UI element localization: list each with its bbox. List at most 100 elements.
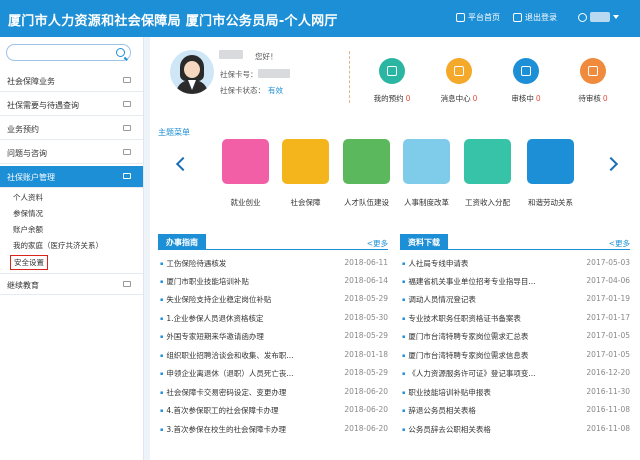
stat-pending-review[interactable]: 待审核 0: [566, 58, 620, 104]
list-item[interactable]: 厦门市台湾特聘专家岗位需求信息表 2017-01-05: [402, 350, 630, 362]
card-status-value: 有效: [268, 86, 283, 95]
item-title: 厦门市台湾特聘专家岗位需求汇总表: [402, 331, 572, 342]
item-title: 1.企业参保人员退休资格核定: [160, 313, 330, 324]
home-label: 平台首页: [468, 13, 500, 22]
greeting-text: 您好！: [255, 52, 278, 61]
item-date: 2016-11-30: [586, 387, 630, 396]
item-title: 调动人员情况登记表: [402, 294, 572, 305]
header-bar: 厦门市人力资源和社会保障局 厦门市公务员局-个人网厅 平台首页 退出登录: [0, 0, 640, 37]
divider: [349, 51, 350, 103]
list-item[interactable]: 4.首次参保职工的社会保障卡办理 2018-06-20: [160, 405, 388, 417]
mail-icon: [446, 58, 472, 84]
subitem-account-balance[interactable]: 账户余额: [13, 224, 43, 235]
sidebar-item-benefits-query[interactable]: 社保需要与待遇查询: [0, 94, 143, 116]
item-title: 公务员辞去公职相关表格: [402, 424, 572, 435]
folder-icon: [123, 77, 131, 83]
item-title: 辞退公务员相关表格: [402, 405, 572, 416]
sidebar-item-social-security[interactable]: 社会保障业务: [0, 70, 143, 92]
item-title: 外国专家短期来华邀请函办理: [160, 331, 330, 342]
sidebar-item-questions[interactable]: 问题与咨询: [0, 142, 143, 164]
item-title: 4.首次参保职工的社会保障卡办理: [160, 405, 330, 416]
list-item[interactable]: 厦门市台湾特聘专家岗位需求汇总表 2017-01-05: [402, 331, 630, 343]
chevron-left-icon[interactable]: [175, 156, 191, 172]
subitem-insurance-status[interactable]: 参保情况: [13, 208, 43, 219]
item-date: 2016-11-08: [586, 424, 630, 433]
list-item[interactable]: 组织职业招聘洽谈会和收集、发布职... 2018-01-18: [160, 350, 388, 362]
list-item[interactable]: 1.企业参保人员退休资格核定 2018-05-30: [160, 313, 388, 325]
theme-personnel-reform[interactable]: 人事制度改革: [403, 139, 450, 208]
item-date: 2017-01-17: [586, 313, 630, 322]
list-item[interactable]: 公务员辞去公职相关表格 2016-11-08: [402, 424, 630, 436]
list-item[interactable]: 专业技术职务任职资格证书备案表 2017-01-17: [402, 313, 630, 325]
list-item[interactable]: 申领企业离退休（退职）人员死亡丧... 2018-05-29: [160, 368, 388, 380]
username-redacted: [590, 12, 610, 22]
home-link[interactable]: 平台首页: [456, 12, 500, 23]
list-item[interactable]: 厦门市职业技能培训补贴 2018-06-14: [160, 276, 388, 288]
downloads-title: 资料下载: [400, 234, 448, 250]
stat-count: 0: [405, 94, 411, 103]
theme-talent[interactable]: 人才队伍建设: [343, 139, 390, 208]
sidebar-item-account-management[interactable]: 社保账户管理: [0, 166, 143, 188]
item-date: 2017-05-03: [586, 258, 630, 267]
list-item[interactable]: 《人力资源服务许可证》登记事项变... 2016-12-20: [402, 368, 630, 380]
logout-icon: [513, 13, 522, 22]
guide-more-link[interactable]: <更多: [367, 238, 388, 249]
list-item[interactable]: 3.首次参保在校生的社会保障卡办理 2018-06-20: [160, 424, 388, 436]
item-title: 失业保险支持企业稳定岗位补贴: [160, 294, 330, 305]
logout-link[interactable]: 退出登录: [513, 12, 557, 23]
subitem-personal-info[interactable]: 个人资料: [13, 192, 43, 203]
item-title: 3.首次参保在校生的社会保障卡办理: [160, 424, 330, 435]
list-item[interactable]: 辞退公务员相关表格 2016-11-08: [402, 405, 630, 417]
card-status-label: 社保卡状态：: [220, 86, 265, 95]
phone-icon: [379, 58, 405, 84]
item-date: 2018-06-20: [344, 405, 388, 414]
item-date: 2017-01-19: [586, 294, 630, 303]
sidebar: 社会保障业务 社保需要与待遇查询 业务预约 问题与咨询 社保账户管理 个人资料 …: [0, 37, 144, 460]
list-item[interactable]: 社会保障卡交易密码设定、变更办理 2018-06-20: [160, 387, 388, 399]
list-item[interactable]: 人社局专线申请表 2017-05-03: [402, 258, 630, 270]
item-date: 2017-01-05: [586, 350, 630, 359]
item-date: 2018-05-29: [344, 294, 388, 303]
stat-message-center[interactable]: 消息中心 0: [432, 58, 486, 104]
theme-labor-relations[interactable]: 和谐劳动关系: [527, 139, 574, 208]
list-item[interactable]: 福建省机关事业单位招考专业指导目... 2017-04-06: [402, 276, 630, 288]
page-title: 厦门市人力资源和社会保障局 厦门市公务员局-个人网厅: [8, 14, 338, 29]
theme-label: 和谐劳动关系: [528, 198, 573, 207]
list-item[interactable]: 失业保险支持企业稳定岗位补贴 2018-05-29: [160, 294, 388, 306]
stat-my-appointments[interactable]: 我的预约 0: [365, 58, 419, 104]
item-title: 职业技能培训补贴申报表: [402, 387, 572, 398]
theme-label: 工资收入分配: [465, 198, 510, 207]
stat-label: 消息中心: [440, 94, 471, 103]
folder-icon: [123, 281, 131, 287]
search-icon[interactable]: [116, 48, 125, 57]
sidebar-item-continuing-education[interactable]: 继续教育: [0, 273, 143, 295]
sidebar-item-appointment[interactable]: 业务预约: [0, 118, 143, 140]
downloads-more-link[interactable]: <更多: [609, 238, 630, 249]
divider: [158, 249, 388, 250]
list-item[interactable]: 职业技能培训补贴申报表 2016-11-30: [402, 387, 630, 399]
stat-label: 我的预约: [373, 94, 404, 103]
item-title: 组织职业招聘洽谈会和收集、发布职...: [160, 350, 330, 361]
subitem-my-family[interactable]: 我的家庭（医疗共济关系）: [13, 240, 103, 251]
subitem-security-settings[interactable]: 安全设置: [10, 255, 48, 270]
sidebar-item-label: 问题与咨询: [7, 149, 47, 158]
chevron-right-icon[interactable]: [603, 156, 619, 172]
item-date: 2016-11-08: [586, 405, 630, 414]
bank-card-icon: [527, 139, 574, 184]
stat-under-review[interactable]: 审核中 0: [499, 58, 553, 104]
sidebar-item-label: 社会保障业务: [7, 77, 55, 86]
theme-social-security[interactable]: 社会保障: [282, 139, 329, 208]
chevron-down-icon: [613, 15, 619, 19]
list-item[interactable]: 调动人员情况登记表 2017-01-19: [402, 294, 630, 306]
briefcase-icon: [343, 139, 390, 184]
theme-employment[interactable]: 就业创业: [222, 139, 269, 208]
item-title: 福建省机关事业单位招考专业指导目...: [402, 276, 572, 287]
list-item[interactable]: 外国专家短期来华邀请函办理 2018-05-29: [160, 331, 388, 343]
clipboard-icon: [580, 58, 606, 84]
name-redacted: [219, 50, 243, 59]
list-item[interactable]: 工伤保险待遇核发 2018-06-11: [160, 258, 388, 270]
theme-wage-distribution[interactable]: 工资收入分配: [464, 139, 511, 208]
search-input[interactable]: [6, 44, 131, 61]
user-menu[interactable]: [578, 12, 619, 22]
stat-count: 0: [472, 94, 478, 103]
